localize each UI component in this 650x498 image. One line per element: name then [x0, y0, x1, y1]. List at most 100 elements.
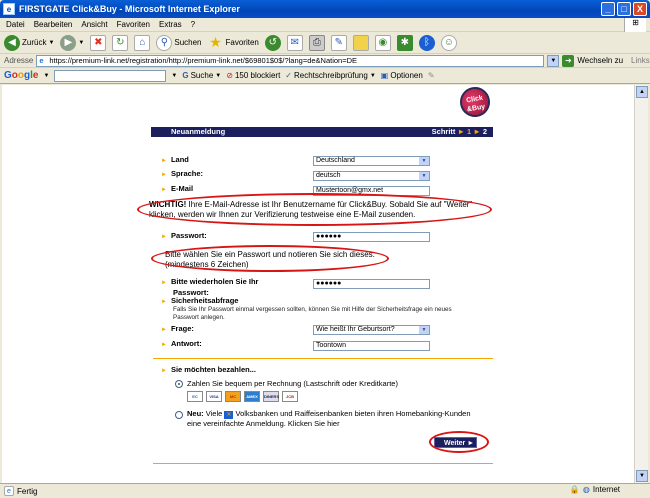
- home-icon[interactable]: ⌂: [134, 34, 151, 51]
- mastercard-icon: MC: [225, 391, 241, 402]
- pen-icon[interactable]: ✎: [428, 71, 435, 80]
- jcb-card-icon: JCB: [282, 391, 298, 402]
- menu-ansicht[interactable]: Ansicht: [81, 20, 107, 29]
- frage-label: ► Frage:: [161, 324, 194, 333]
- password-hint-line2: (mindestens 6 Zeichen): [165, 260, 249, 269]
- security-label: ► Sicherheitsabfrage: [161, 296, 239, 305]
- ie-icon: e: [3, 3, 15, 15]
- address-dropdown-icon[interactable]: ▼: [547, 54, 560, 67]
- search-label: Suchen: [174, 38, 202, 47]
- email-field[interactable]: Mustertoon@gmx.net: [313, 186, 430, 196]
- repeat-password-field[interactable]: ●●●●●●: [313, 279, 430, 289]
- plugin-icon[interactable]: ✱: [396, 34, 413, 51]
- window-title: FIRSTGATE Click&Buy - Microsoft Internet…: [19, 4, 240, 14]
- forward-arrow-icon: ▶: [60, 34, 77, 51]
- payment-option-invoice[interactable]: Zahlen Sie bequem per Rechnung (Lastschr…: [187, 379, 398, 388]
- popup-blocker-label: 150 blockiert: [234, 71, 281, 80]
- step-indicator: Schritt ► 1 ► 2: [431, 127, 487, 136]
- go-icon[interactable]: ➜: [562, 54, 575, 67]
- google-logo[interactable]: Google: [4, 70, 38, 81]
- payment-heading: ► Sie möchten bezahlen...: [161, 365, 256, 374]
- page-title: Neuanmeldung: [171, 127, 226, 136]
- globe-icon: ◍: [582, 485, 590, 494]
- vertical-scrollbar[interactable]: ▲ ▼: [634, 85, 648, 483]
- antwort-field[interactable]: Toontown: [313, 341, 430, 351]
- page-status-icon: e: [4, 486, 14, 496]
- menu-extras[interactable]: Extras: [159, 20, 182, 29]
- payment-radio-homebanking[interactable]: [175, 411, 183, 419]
- spellcheck-button[interactable]: ✓ Rechtschreibprüfung ▼: [285, 71, 375, 80]
- chevron-down-icon[interactable]: ▼: [48, 40, 54, 46]
- popup-blocker-icon: ⊘: [226, 71, 233, 80]
- chevron-down-icon[interactable]: ▼: [78, 40, 84, 46]
- google-toolbar: Google ▼ ▼ G Suche ▼ ⊘ 150 blockiert ✓ Recht…: [0, 68, 650, 84]
- google-search-button[interactable]: G Suche ▼: [182, 71, 221, 80]
- back-arrow-icon: ◀: [4, 34, 20, 51]
- address-input[interactable]: https://premium-link.net/registration/ht…: [36, 54, 545, 67]
- print-icon[interactable]: ⎙: [308, 34, 325, 51]
- popup-blocker-button[interactable]: ⊘ 150 blockiert: [226, 71, 280, 80]
- chevron-down-icon[interactable]: ▼: [43, 73, 49, 79]
- star-icon: ★: [209, 34, 222, 50]
- search-button[interactable]: ⚲ Suchen: [156, 34, 202, 51]
- lock-icon: 🔒: [569, 485, 580, 494]
- address-bar: Adresse https://premium-link.net/registr…: [0, 54, 650, 68]
- minimize-button[interactable]: _: [601, 2, 615, 16]
- go-button[interactable]: Wechseln zu: [577, 56, 623, 65]
- title-bar: e FIRSTGATE Click&Buy - Microsoft Intern…: [0, 0, 650, 18]
- history-icon[interactable]: ↺: [264, 34, 281, 51]
- diners-card-icon: DINERS: [263, 391, 279, 402]
- back-button[interactable]: ◀ Zurück ▼: [4, 34, 54, 51]
- messenger-icon[interactable]: ◉: [374, 34, 391, 51]
- page-viewport: Click &Buy Neuanmeldung Schritt ► 1 ► 2 ►…: [2, 85, 634, 483]
- scroll-up-icon[interactable]: ▲: [636, 86, 648, 98]
- close-button[interactable]: X: [633, 2, 647, 16]
- maximize-button[interactable]: □: [617, 2, 631, 16]
- edit-icon[interactable]: ✎: [330, 34, 347, 51]
- scroll-down-icon[interactable]: ▼: [636, 470, 648, 482]
- menu-datei[interactable]: Datei: [6, 20, 25, 29]
- email-notice: WICHTIG! Ihre E-Mail-Adresse ist Ihr Ben…: [149, 200, 473, 219]
- registration-page: Click &Buy Neuanmeldung Schritt ► 1 ► 2 ►…: [137, 85, 496, 483]
- antwort-label: ► Antwort:: [161, 339, 202, 348]
- chevron-down-icon: ▼: [369, 72, 376, 79]
- repeat-password-label: ► Bitte wiederholen Sie Ihr Passwort:: [161, 277, 259, 297]
- bluetooth-icon[interactable]: ᛒ: [418, 34, 435, 51]
- password-field[interactable]: ●●●●●●: [313, 232, 430, 242]
- passwort-label: ► Passwort:: [161, 231, 207, 240]
- mail-icon[interactable]: ✉: [286, 34, 303, 51]
- ec-card-icon: EC: [187, 391, 203, 402]
- zone-label: Internet: [592, 485, 620, 494]
- menu-help[interactable]: ?: [191, 20, 195, 29]
- google-search-label: Suche: [190, 71, 214, 80]
- favorites-button[interactable]: ★ Favoriten: [208, 34, 259, 51]
- payment-option-homebanking[interactable]: Neu: Viele ✕ Volksbanken und Raiffeisenb…: [187, 409, 487, 428]
- divider-line: [153, 358, 493, 359]
- links-label[interactable]: Links: [631, 56, 650, 65]
- payment-radio-invoice[interactable]: [175, 380, 183, 388]
- password-hint-line1: Bitte wählen Sie ein Passwort und notier…: [165, 250, 375, 259]
- sprache-select[interactable]: deutsch: [313, 171, 430, 181]
- folder-icon[interactable]: [352, 34, 369, 51]
- stop-icon[interactable]: ✖: [90, 34, 107, 51]
- toolbar: ◀ Zurück ▼ ▶ ▼ ✖ ↻ ⌂ ⚲ Suchen ★ Favorite…: [0, 32, 650, 54]
- security-hint: Falls Sie Ihr Passwort einmal vergessen …: [173, 306, 452, 321]
- password-hint: Bitte wählen Sie ein Passwort und notier…: [165, 250, 425, 270]
- frage-select[interactable]: Wie heißt Ihr Geburtsort?: [313, 325, 430, 335]
- land-select[interactable]: Deutschland: [313, 156, 430, 166]
- registration-header: Neuanmeldung Schritt ► 1 ► 2: [151, 127, 493, 137]
- weiter-button[interactable]: Weiter ►: [434, 437, 477, 448]
- window-controls: _ □ X: [601, 2, 647, 16]
- forward-button[interactable]: ▶ ▼: [60, 34, 84, 51]
- google-search-input[interactable]: [54, 69, 167, 82]
- chevron-down-icon[interactable]: ▼: [171, 73, 177, 79]
- menu-bearbeiten[interactable]: Bearbeiten: [34, 20, 73, 29]
- refresh-icon[interactable]: ↻: [112, 34, 129, 51]
- menu-favoriten[interactable]: Favoriten: [117, 20, 150, 29]
- people-icon[interactable]: ☺: [440, 34, 457, 51]
- options-button[interactable]: ▣ Optionen: [381, 71, 423, 80]
- back-label: Zurück: [22, 38, 47, 47]
- amex-card-icon: AMEX: [244, 391, 260, 402]
- address-label: Adresse: [4, 56, 34, 65]
- windows-flag-icon: ⊞: [624, 18, 646, 32]
